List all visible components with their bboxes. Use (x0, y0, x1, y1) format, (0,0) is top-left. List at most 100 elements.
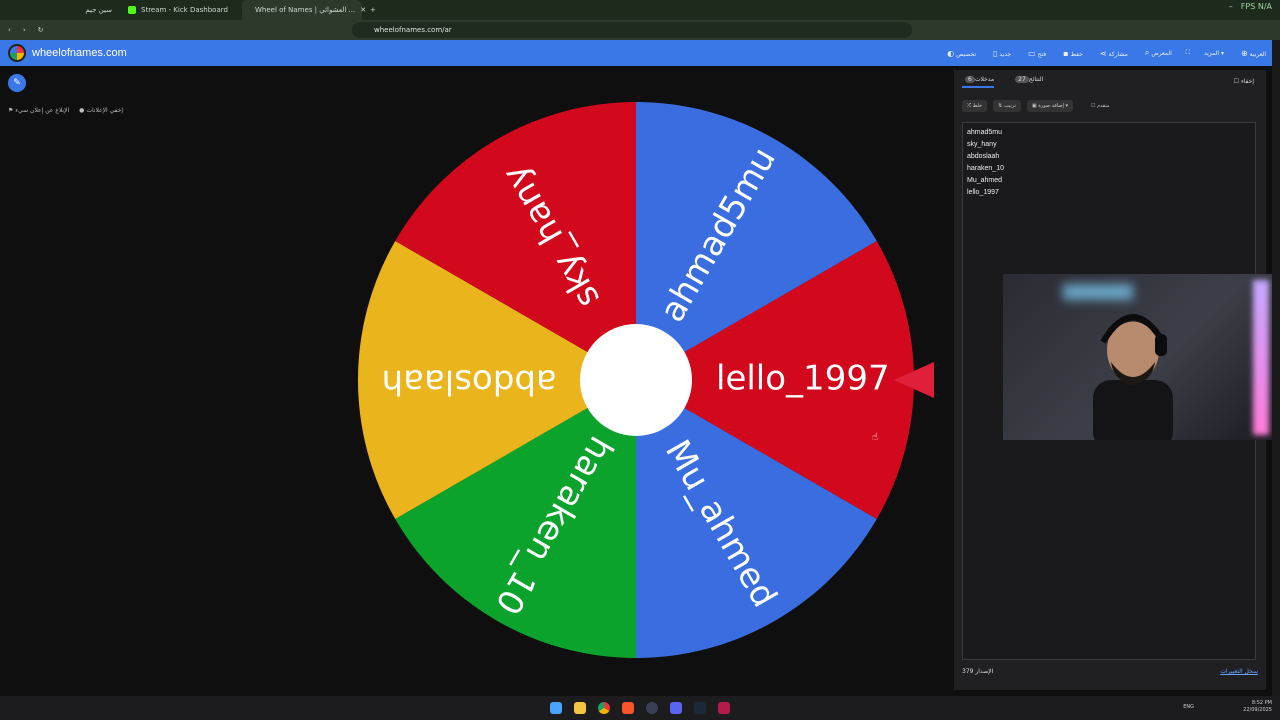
entries-toolbar: ⤮ خلط ⇅ ترتيب ▣ إضافة صورة ▾ ☐ متقدم (962, 100, 1110, 112)
minimize-icon[interactable]: – (1229, 2, 1233, 11)
wheel-stage: lello_1997 Mu_ahmed haraken_10 abdoslaah sky… (340, 88, 950, 678)
browser-tab-bar: سين جيم Stream - Kick Dashboard Wheel of… (0, 0, 1280, 20)
brave-icon[interactable] (622, 702, 634, 714)
hide-ads-link[interactable]: ● إخفي الإعلانات (79, 107, 123, 114)
shuffle-label: خلط (972, 103, 983, 109)
new-tab-button[interactable]: + (362, 0, 384, 20)
menu-new[interactable]: ▯ جديد (990, 49, 1011, 58)
tab-label: مدخلات (974, 76, 995, 83)
app-icon[interactable] (646, 702, 658, 714)
mouse-cursor-icon: ☝ (872, 432, 879, 443)
chrome-icon[interactable] (598, 702, 610, 714)
menu-label: العربية (1249, 50, 1266, 58)
neon-sign (1063, 284, 1133, 300)
window-controls: – FPS N/A (1229, 2, 1272, 11)
browser-tab[interactable]: سين جيم (0, 0, 120, 20)
clock-date[interactable]: 22/09/2025 (1243, 707, 1272, 714)
rgb-light-strip (1253, 280, 1269, 435)
advanced-checkbox[interactable]: ☐ متقدم (1091, 100, 1110, 112)
active-browser-icon[interactable] (718, 702, 730, 714)
logo-text: wheelofnames.com (32, 47, 127, 59)
nav-buttons: ‹ › ↻ (0, 26, 60, 34)
shuffle-button[interactable]: ⤮ خلط (962, 100, 988, 112)
steam-icon[interactable] (694, 702, 706, 714)
windows-start-icon[interactable] (550, 702, 562, 714)
results-count-badge: 27 (1015, 76, 1029, 83)
webcam-overlay (1003, 274, 1275, 440)
version-value: 379 (962, 668, 974, 675)
wheel[interactable]: lello_1997Mu_ahmedharaken_10abdoslaahsky… (340, 88, 950, 678)
add-image-button[interactable]: ▣ إضافة صورة ▾ (1026, 100, 1073, 112)
menu-save[interactable]: ▪ حفظ (1060, 49, 1083, 58)
image-icon: ▣ (1031, 103, 1037, 109)
tab-label: النتائج (1028, 76, 1044, 83)
file-explorer-icon[interactable] (574, 702, 586, 714)
wheel-center-hub[interactable] (580, 324, 692, 436)
file-icon: ▯ (993, 48, 998, 58)
kick-icon (128, 6, 136, 14)
sort-button[interactable]: ⇅ ترتيب (993, 100, 1021, 112)
menu-label: مشاركة (1108, 50, 1128, 58)
fullscreen-icon[interactable]: ⛶ (1186, 49, 1190, 57)
panel-tabs: مدخلات6 النتائج27 (962, 76, 1043, 88)
version-info: 379 الإصدار (962, 668, 993, 675)
share-icon: ⋖ (1099, 48, 1107, 58)
palette-icon: ◐ (947, 48, 955, 58)
menu-language[interactable]: ⊕ العربية (1238, 49, 1266, 58)
site-logo[interactable]: wheelofnames.com (0, 44, 127, 62)
discord-icon[interactable] (670, 702, 682, 714)
pencil-icon: ✎ (13, 78, 21, 88)
sort-icon: ⇅ (998, 103, 1003, 109)
report-ad-link[interactable]: ⚑ الإبلاغ عن إعلان سيء (8, 107, 69, 114)
fps-readout: FPS N/A (1240, 2, 1272, 11)
browser-toolbar: ‹ › ↻ wheelofnames.com/ar (0, 20, 1280, 40)
browser-tab-active[interactable]: Wheel of Names | العشوائي ... ✕ (242, 0, 366, 20)
tab-entries[interactable]: مدخلات6 (962, 76, 995, 88)
menu-label: فتح (1037, 50, 1047, 58)
tab-label: Stream - Kick Dashboard (141, 6, 228, 14)
menu-gallery[interactable]: ⌕ المعرض (1142, 48, 1172, 58)
wheel-segment-label: lello_1997 (716, 359, 890, 399)
reload-icon[interactable]: ↻ (38, 26, 44, 34)
wheel-logo-icon (8, 44, 26, 62)
os-taskbar: ENG 8:52 PM 22/09/2025 (0, 696, 1280, 720)
ad-controls: ⚑ الإبلاغ عن إعلان سيء ● إخفي الإعلانات (8, 107, 123, 114)
changelog-link[interactable]: سجل التغييرات (1220, 668, 1258, 675)
forward-icon[interactable]: › (23, 26, 26, 34)
tab-results[interactable]: النتائج27 (1012, 76, 1043, 88)
menu-open[interactable]: ▭ فتح (1025, 49, 1046, 58)
save-icon: ▪ (1063, 48, 1069, 58)
menu-more[interactable]: المزيد ▾ (1204, 50, 1224, 57)
hide-toggle[interactable]: ☐ إخفاء (1234, 78, 1254, 85)
hide-ads-label: إخفي الإعلانات (86, 107, 124, 114)
page-scrollbar[interactable] (1272, 40, 1280, 696)
menu-label: حفظ (1070, 50, 1083, 58)
folder-icon: ▭ (1028, 48, 1036, 58)
address-bar[interactable]: wheelofnames.com/ar (352, 22, 912, 38)
version-label: الإصدار (975, 668, 994, 675)
browser-tab[interactable]: Stream - Kick Dashboard (120, 0, 242, 20)
entries-count-badge: 6 (965, 76, 975, 83)
header-menu: ◐ تخصيص ▯ جديد ▭ فتح ▪ حفظ ⋖ مشاركة ⌕ ال… (944, 40, 1266, 66)
menu-customize[interactable]: ◐ تخصيص (944, 49, 976, 58)
tab-label: Wheel of Names | العشوائي ... (255, 6, 356, 14)
url-text: wheelofnames.com/ar (374, 26, 452, 34)
language-indicator[interactable]: ENG (1183, 704, 1194, 711)
search-icon: ⌕ (1144, 48, 1150, 57)
menu-label: المعرض (1151, 50, 1172, 57)
back-icon[interactable]: ‹ (8, 26, 11, 34)
shuffle-icon: ⤮ (967, 103, 972, 109)
report-ad-label: الإبلاغ عن إعلان سيء (15, 107, 70, 114)
globe-icon: ⊕ (1240, 48, 1248, 58)
edit-button[interactable]: ✎ (8, 74, 26, 92)
menu-label: تخصيص (956, 50, 977, 58)
panel-footer: 379 الإصدار سجل التغييرات (962, 668, 1258, 675)
tab-label: سين جيم (85, 6, 112, 14)
advanced-label: متقدم (1097, 103, 1110, 109)
menu-label: المزيد (1203, 49, 1220, 57)
app-header: wheelofnames.com ◐ تخصيص ▯ جديد ▭ فتح ▪ … (0, 40, 1272, 66)
streamer-figure (1093, 314, 1173, 440)
clock-time[interactable]: 8:52 PM (1243, 700, 1272, 707)
menu-share[interactable]: ⋖ مشاركة (1097, 49, 1128, 58)
system-tray: ENG 8:52 PM 22/09/2025 (1183, 700, 1272, 714)
